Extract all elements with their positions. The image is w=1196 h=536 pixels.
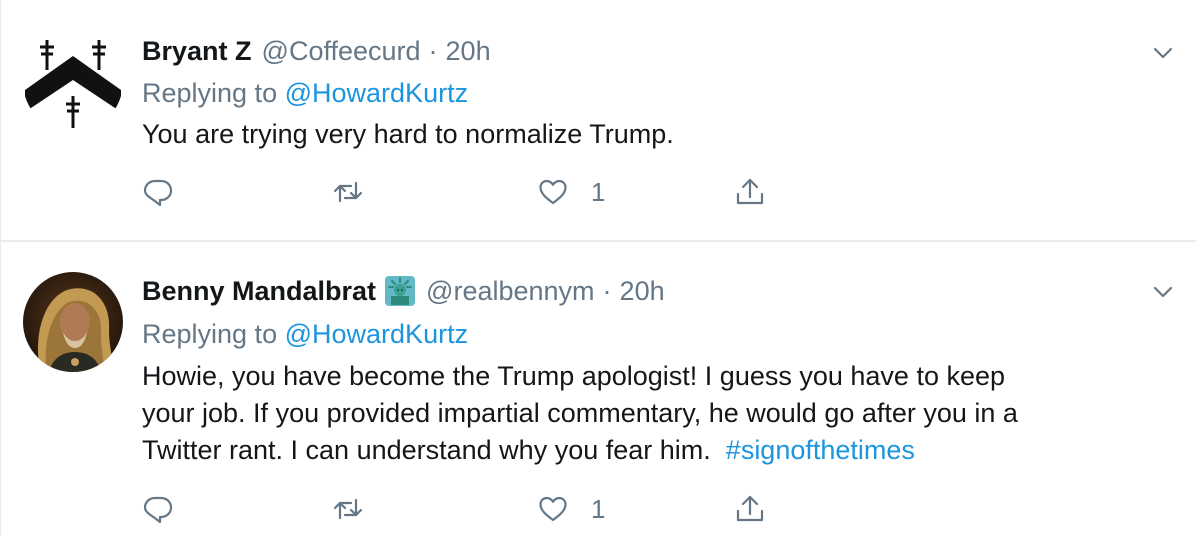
replying-to: Replying to @HowardKurtz [142,77,468,109]
avatar[interactable] [23,272,123,372]
heart-icon [539,496,567,522]
tweet-header: Benny Mandalbrat @realbennym · 20h [142,275,665,307]
like-count: 1 [591,176,606,207]
share-button[interactable] [734,174,766,210]
display-name[interactable]: Bryant Z [142,35,252,67]
tweet-text-line-content: Twitter rant. I can understand why you f… [142,435,711,465]
timestamp[interactable]: 20h [446,35,491,67]
like-count: 1 [591,493,606,524]
share-icon [736,178,764,205]
heart-icon [539,179,567,205]
tweet[interactable]: Bryant Z @Coffeecurd · 20h Replying to @… [1,0,1196,242]
retweet-button[interactable] [332,174,364,210]
mention-link[interactable]: @HowardKurtz [285,319,468,349]
tweet[interactable]: Benny Mandalbrat @realbennym · 20h Reply… [1,242,1196,536]
like-button[interactable]: 1 [537,174,605,210]
separator-dot: · [428,36,438,66]
chevron-down-icon[interactable] [1151,41,1175,65]
tweet-text-line: your job. If you provided impartial comm… [142,398,1018,428]
tweet-text-line: You are trying very hard to normalize Tr… [142,119,674,149]
avatar[interactable] [23,32,123,132]
user-photo [23,272,123,372]
user-handle[interactable]: @Coffeecurd [262,35,421,67]
chevron-down-icon[interactable] [1151,280,1175,304]
timestamp[interactable]: 20h [620,275,665,307]
separator-dot: · [602,276,612,306]
tweet-text-line: Howie, you have become the Trump apologi… [142,361,1006,391]
tweet-header: Bryant Z @Coffeecurd · 20h [142,35,491,67]
crosses-chevron-logo-icon [24,33,122,131]
tweet-text-line-last: Twitter rant. I can understand why you f… [142,432,1018,469]
reply-button[interactable] [142,491,174,527]
reply-button[interactable] [142,174,174,210]
replying-prefix: Replying to [142,78,278,108]
reply-icon [143,496,173,524]
like-button[interactable]: 1 [537,491,605,527]
reply-icon [143,179,173,207]
tweet-actions: 1 [142,174,782,210]
statue-of-liberty-emoji-icon [385,276,416,306]
tweet-text: Howie, you have become the Trump apologi… [142,358,1018,469]
hashtag-link[interactable]: #signofthetimes [726,435,915,465]
tweet-feed: Bryant Z @Coffeecurd · 20h Replying to @… [0,0,1196,536]
retweet-icon [333,498,363,520]
display-name[interactable]: Benny Mandalbrat [142,275,376,307]
tweet-actions: 1 [142,491,782,527]
retweet-icon [333,181,363,203]
share-button[interactable] [734,491,766,527]
user-handle[interactable]: @realbennym [426,275,595,307]
mention-link[interactable]: @HowardKurtz [285,78,468,108]
replying-to: Replying to @HowardKurtz [142,318,468,350]
tweet-text: You are trying very hard to normalize Tr… [142,116,674,153]
retweet-button[interactable] [332,491,364,527]
share-icon [736,495,764,522]
replying-prefix: Replying to [142,319,278,349]
